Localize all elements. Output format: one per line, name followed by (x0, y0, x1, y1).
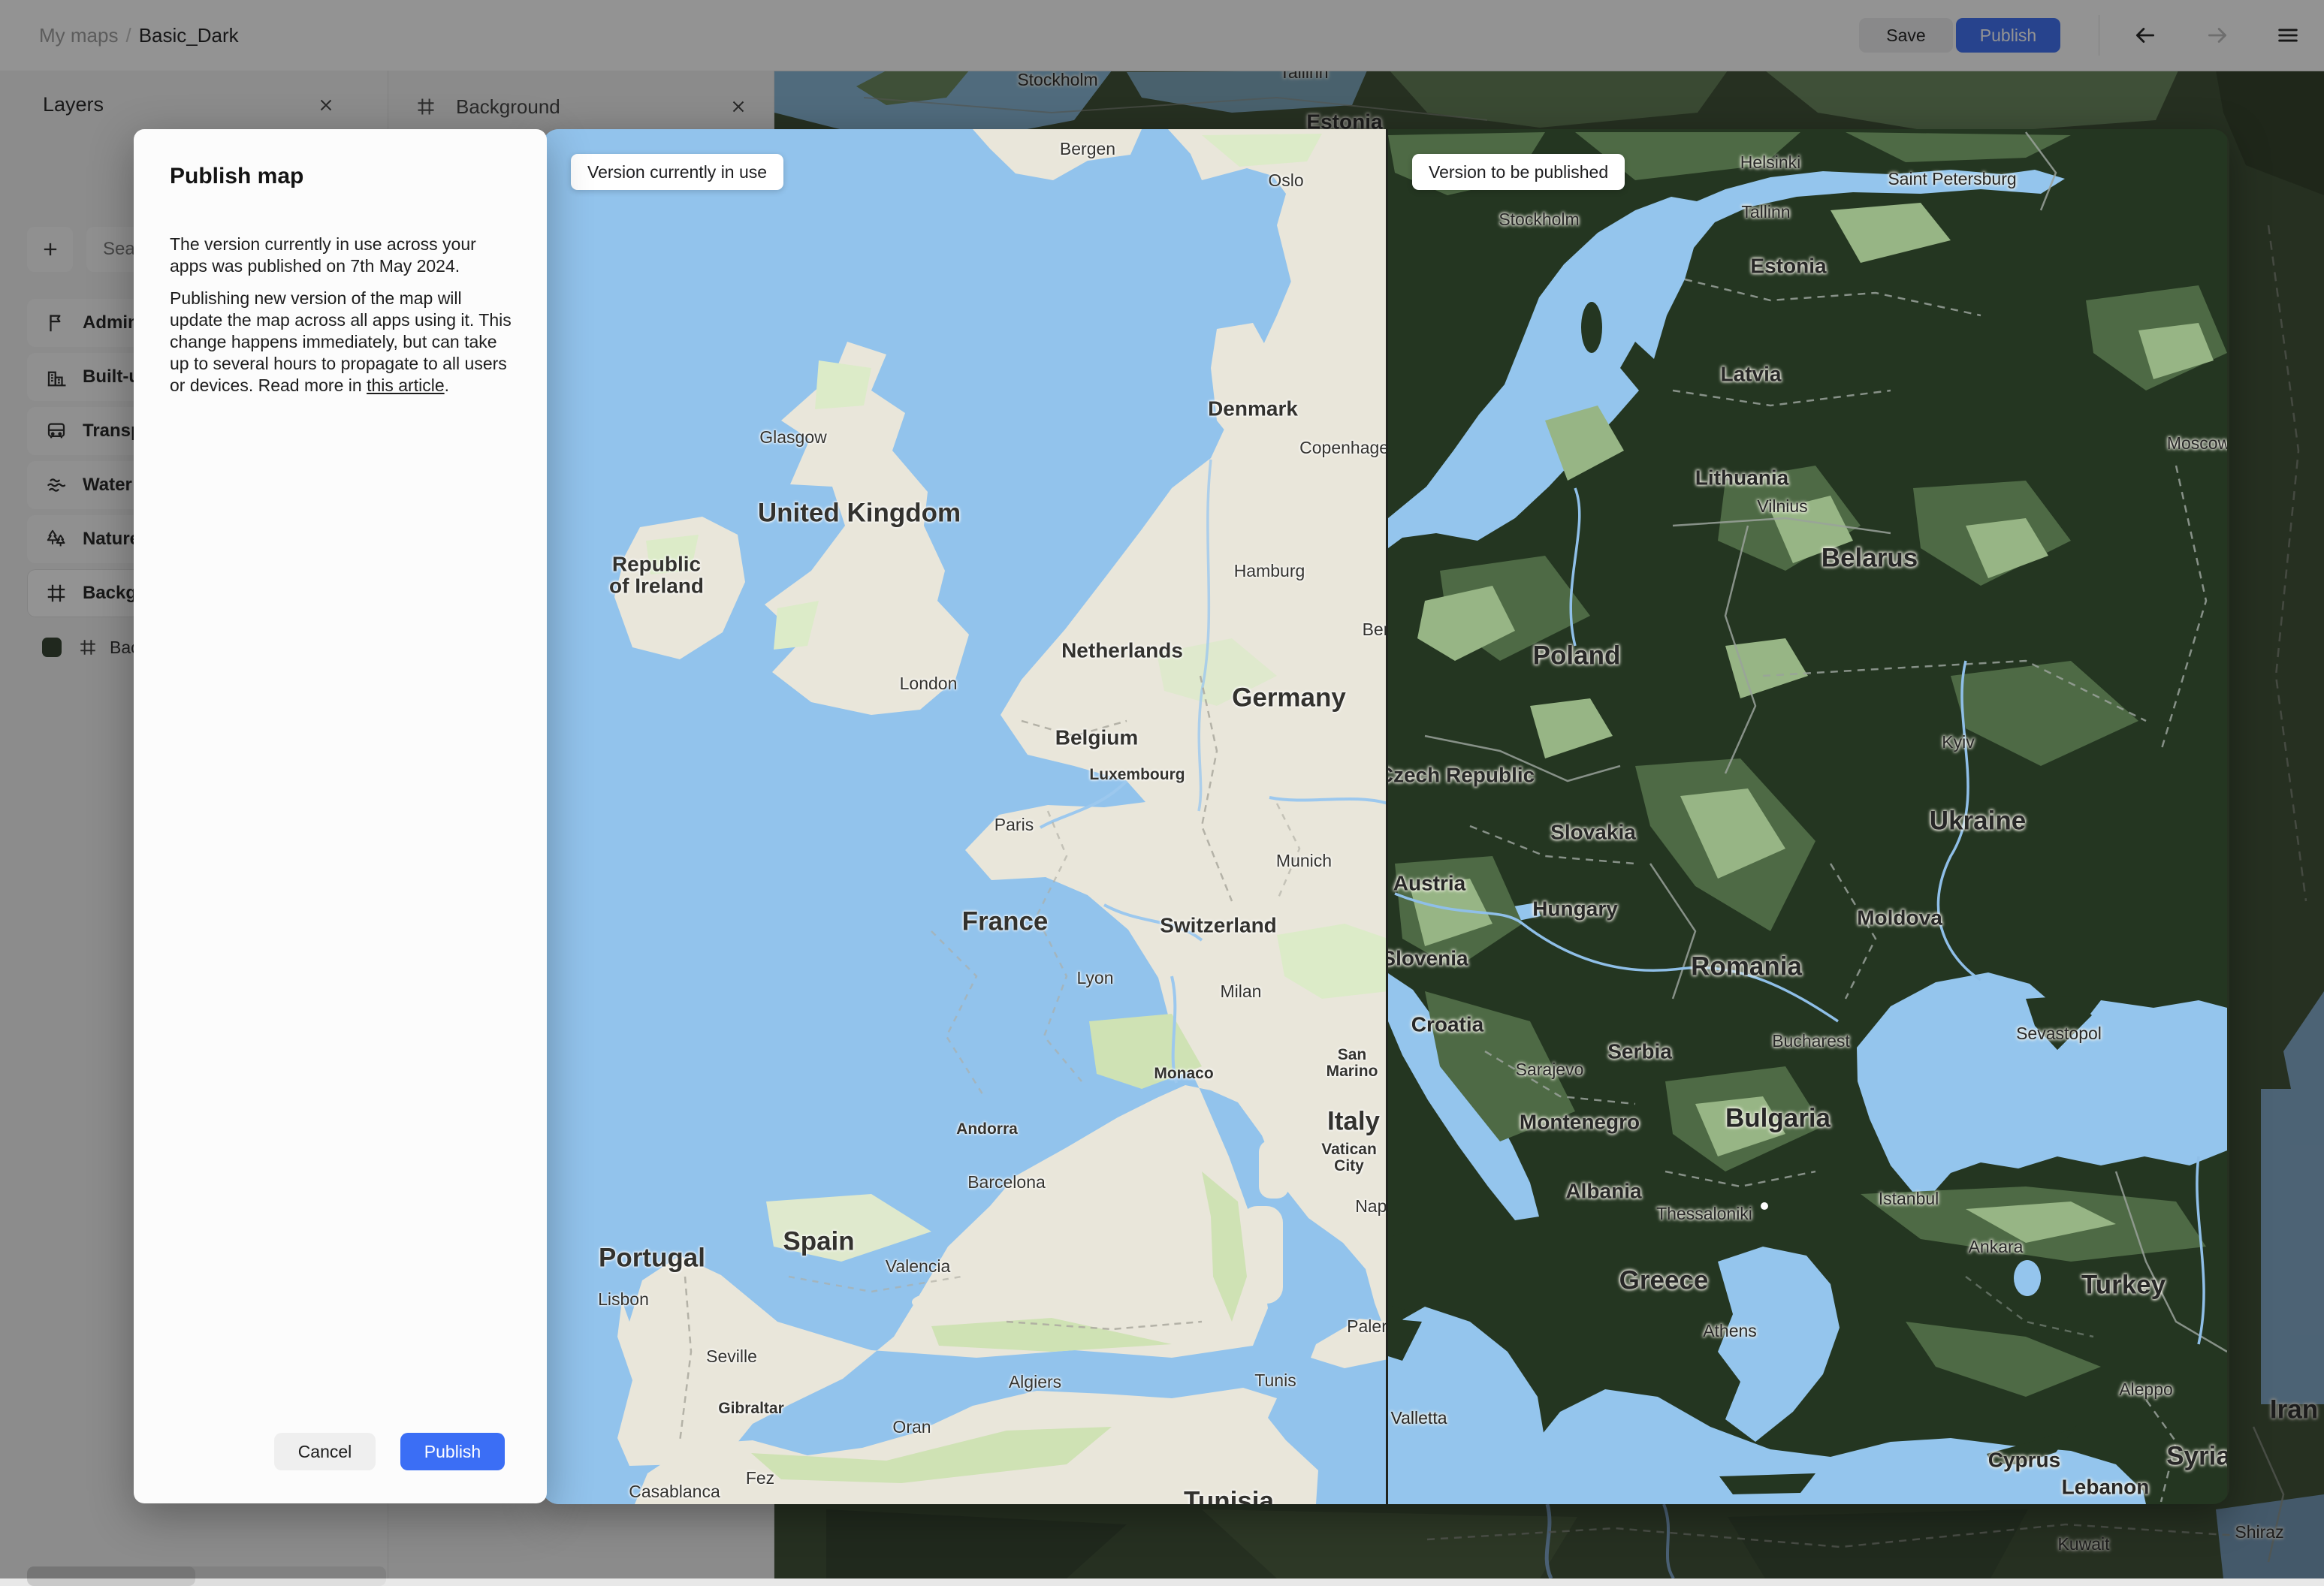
map-label: Albania (1565, 1179, 1642, 1203)
map-label: Helsinki (1740, 152, 1801, 172)
this-article-link[interactable]: this article (367, 375, 445, 395)
map-label: Ankara (1968, 1236, 2024, 1256)
map-label: Lithuania (1695, 466, 1789, 490)
map-label: Switzerland (1160, 913, 1277, 937)
map-version-current: Version currently in use Bergen Oslo Glasg… (542, 129, 1388, 1504)
map-label: Lisbon (598, 1289, 649, 1309)
map-label: Valencia (885, 1256, 951, 1276)
map-label: San Marino (1326, 1045, 1378, 1080)
dialog-paragraph-2: Publishing new version of the map will u… (170, 288, 512, 395)
map-label: Netherlands (1061, 638, 1183, 662)
map-label: Aleppo (2119, 1379, 2173, 1399)
map-label: United Kingdom (757, 498, 961, 528)
map-label: Bergen (1059, 138, 1116, 158)
map-label: Naples (1355, 1196, 1387, 1216)
map-label: Saint Petersburg (1888, 168, 2017, 188)
map-label: Munich (1275, 850, 1333, 870)
map-label: Czech Republic (1388, 763, 1535, 787)
map-label: Kyiv (1942, 731, 1975, 752)
map-label: Hamburg (1233, 560, 1305, 580)
map-label: Thessaloniki (1656, 1203, 1752, 1223)
map-label: Turkey (2081, 1270, 2166, 1300)
map-label: Croatia (1411, 1012, 1484, 1036)
map-label: Casablanca (629, 1481, 720, 1501)
map-label: Serbia (1607, 1039, 1672, 1063)
map-label: Oran (892, 1416, 931, 1437)
map-label: Sarajevo (1515, 1059, 1584, 1079)
map-label: Vilnius (1757, 496, 1808, 516)
map-label: Algiers (1008, 1371, 1062, 1392)
version-compare: Version currently in use Bergen Oslo Glasg… (542, 129, 2229, 1504)
map-label: Syria (2166, 1441, 2227, 1471)
map-label: Italy (1326, 1106, 1381, 1136)
map-label: Sevastopol (2016, 1023, 2102, 1043)
map-label: Republic of Ireland (608, 552, 705, 598)
map-label: Copenhagen (1299, 437, 1388, 457)
cancel-button[interactable]: Cancel (274, 1433, 376, 1470)
map-label: Spain (783, 1226, 855, 1256)
map-label: Bucharest (1772, 1030, 1850, 1051)
map-label: Moscow (2166, 433, 2227, 453)
map-label: Athens (1703, 1320, 1757, 1340)
map-label: Lebanon (2061, 1475, 2150, 1499)
map-label: Barcelona (967, 1171, 1046, 1192)
map-label: Poland (1532, 641, 1621, 671)
map-label: Belarus (1821, 543, 1918, 573)
map-label: Tunis (1254, 1370, 1296, 1390)
map-label: Luxembourg (1089, 765, 1185, 783)
publish-map-dialog: Publish map The version currently in use… (134, 129, 547, 1503)
map-label: Stockholm (1499, 209, 1580, 229)
map-label: Greece (1619, 1265, 1709, 1295)
map-label: Glasgow (759, 427, 827, 447)
map-label: Latvia (1720, 362, 1782, 386)
map-label: Denmark (1208, 396, 1298, 421)
map-labels-current: Bergen Oslo Glasgow DenmarkCopenhagen United… (542, 129, 1388, 1504)
map-label: Germany (1232, 683, 1346, 713)
map-label: Oslo (1268, 170, 1304, 190)
map-label: Belgium (1055, 725, 1139, 749)
map-label: Ukraine (1929, 806, 2027, 836)
map-label: Andorra (956, 1120, 1018, 1138)
map-label: Fez (745, 1467, 775, 1488)
dialog-title: Publish map (170, 164, 304, 188)
map-label: Slovakia (1550, 820, 1636, 844)
map-label: Slovenia (1388, 946, 1468, 970)
map-label: Milan (1220, 981, 1262, 1001)
map-label: Austria (1393, 871, 1466, 895)
map-label: Berlin (1362, 619, 1388, 639)
map-label: Portugal (599, 1243, 705, 1273)
map-label: Palermo (1347, 1316, 1387, 1336)
map-label: Valletta (1390, 1407, 1447, 1428)
dialog-publish-button[interactable]: Publish (400, 1433, 505, 1470)
map-label: Seville (706, 1346, 757, 1366)
map-label: Moldova (1857, 906, 1942, 930)
map-label: Gibraltar (718, 1399, 784, 1417)
map-label: Paris (994, 814, 1034, 834)
map-label: Montenegro (1519, 1110, 1640, 1134)
map-label: Monaco (1154, 1064, 1214, 1082)
map-version-new: Version to be published Helsinki Saint Pe… (1388, 129, 2227, 1504)
map-label: France (961, 906, 1049, 936)
map-label: Cyprus (1987, 1448, 2061, 1472)
map-label: Romania (1691, 951, 1802, 981)
map-label: Hungary (1532, 897, 1618, 921)
map-label: Tallinn (1741, 201, 1791, 222)
map-label: Istanbul (1878, 1188, 1939, 1208)
map-label: Vatican City (1321, 1140, 1377, 1174)
map-labels-new: Helsinki Saint Petersburg Stockholm Tallinn… (1388, 129, 2227, 1504)
map-label: Bulgaria (1725, 1103, 1831, 1133)
map-label: Lyon (1076, 967, 1114, 987)
map-label: Tunisia (1184, 1486, 1274, 1504)
map-label: London (899, 673, 958, 693)
dialog-paragraph-1: The version currently in use across your… (170, 234, 476, 276)
map-label: Estonia (1750, 254, 1827, 278)
